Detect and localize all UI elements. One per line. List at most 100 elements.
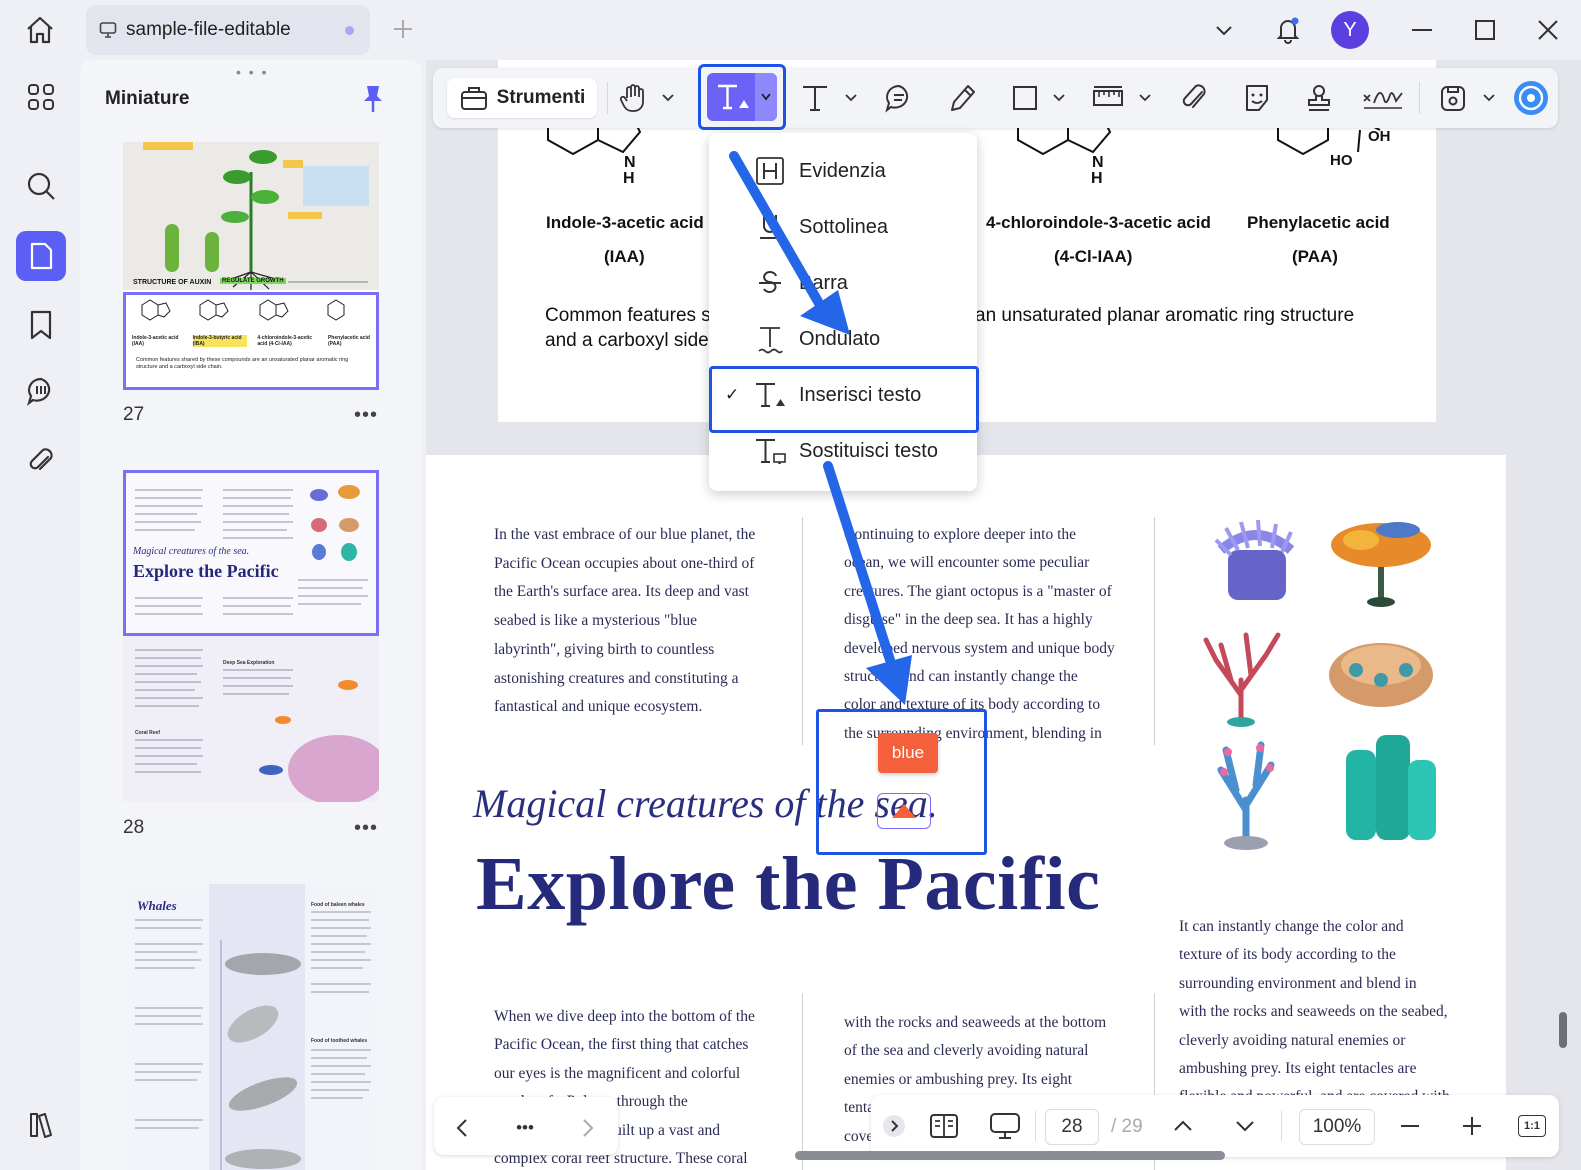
nav-divider — [1035, 1111, 1036, 1141]
thumb-cmp2: Indole-3-butyric acid (IBA) — [192, 335, 247, 347]
comment-tool-icon[interactable] — [881, 78, 917, 118]
insert-text-tool-button[interactable] — [707, 73, 777, 121]
maximize-icon[interactable] — [1467, 12, 1503, 48]
toolbar-divider — [607, 82, 608, 114]
chem1-name: Indole-3-acetic acid — [546, 213, 704, 232]
menu-item-ondulato[interactable]: Ondulato — [709, 311, 977, 367]
thumbnails-page-icon[interactable] — [16, 231, 66, 281]
page-down-icon[interactable] — [1231, 1108, 1259, 1144]
ruler-tool-icon[interactable] — [1089, 78, 1127, 118]
thumbnail-page-number: 27 — [123, 404, 145, 425]
chevron-down-icon[interactable] — [1206, 12, 1242, 48]
zoom-level-input[interactable]: 100% — [1299, 1109, 1375, 1145]
thumbnail-more-button[interactable]: ••• — [354, 404, 378, 427]
horizontal-scrollbar[interactable] — [795, 1151, 1225, 1160]
chem1-abbr: (IAA) — [604, 247, 645, 266]
rectangle-tool-icon[interactable] — [1007, 78, 1043, 118]
page-up-icon[interactable] — [1169, 1108, 1197, 1144]
library-icon[interactable] — [16, 1100, 66, 1150]
thumb28-title: Explore the Pacific — [133, 561, 279, 581]
attach-tool-icon[interactable] — [1177, 78, 1213, 118]
thumbnail-page-29[interactable]: Whales Food of baleen whales Food of too… — [123, 884, 379, 1170]
pen-tool-icon[interactable] — [945, 78, 981, 118]
text-tool-icon[interactable] — [797, 78, 833, 118]
avatar[interactable]: Y — [1331, 11, 1369, 49]
vertical-scrollbar[interactable] — [1559, 1012, 1567, 1048]
thumbnail-more-button[interactable]: ••• — [354, 817, 378, 840]
squiggly-icon — [753, 322, 787, 356]
annotation-toolbar: Strumenti — [433, 64, 1558, 130]
text-line: Continuing to explore deeper into the — [844, 526, 1077, 543]
thumbnail-page-27[interactable]: STRUCTURE OF AUXIN REGULATE GROWTH Indol… — [123, 142, 379, 390]
menu-item-label: Barra — [799, 271, 848, 294]
thumb-regulate-label: REGULATE GROWTH — [220, 278, 286, 284]
zoom-out-icon[interactable] — [1397, 1108, 1423, 1144]
text-line: Pacific Ocean, the first thing that catc… — [494, 1036, 749, 1054]
panel-title: Miniature — [105, 88, 190, 109]
new-tab-plus-icon[interactable] — [388, 14, 418, 44]
pin-icon[interactable] — [360, 84, 386, 114]
presentation-icon[interactable] — [987, 1108, 1023, 1144]
insert-text-chevron-icon[interactable] — [755, 73, 777, 121]
hand-chevron-icon[interactable] — [659, 78, 677, 118]
page-layout-icon[interactable] — [927, 1108, 961, 1144]
hand-tool-icon[interactable] — [615, 78, 651, 118]
bell-icon[interactable] — [1270, 12, 1306, 48]
chem3-name: 4-chloroindole-3-acetic acid — [986, 213, 1211, 232]
zoom-in-icon[interactable] — [1459, 1108, 1485, 1144]
search-icon[interactable] — [16, 161, 66, 211]
signature-tool-icon[interactable] — [1361, 78, 1405, 118]
collapse-arrow-icon[interactable] — [879, 1108, 909, 1144]
common-features-line2: and a carboxyl side — [545, 330, 709, 351]
thumb-footer-text: Common features shared by these compound… — [136, 357, 349, 370]
actual-size-label: 1:1 — [1518, 1115, 1546, 1137]
home-icon[interactable] — [22, 12, 58, 48]
panel-drag-handle[interactable]: • • • — [236, 64, 268, 80]
more-pages-button[interactable]: ••• — [508, 1110, 542, 1146]
apps-grid-icon[interactable] — [16, 72, 66, 122]
thumb28-art — [135, 485, 379, 802]
tab-title: sample-file-editable — [126, 19, 291, 40]
coral-mushroom — [1329, 643, 1433, 707]
text-line: enemies or ambushing prey. Its eight — [844, 1070, 1072, 1088]
next-icon[interactable] — [574, 1110, 602, 1146]
document-viewport[interactable]: N H N H OH HO Indole-3-acetic acid (IAA)… — [426, 60, 1581, 1170]
ai-assistant-icon[interactable] — [1511, 78, 1551, 118]
ruler-chevron-icon[interactable] — [1137, 78, 1153, 118]
prev-icon[interactable] — [448, 1110, 476, 1146]
bookmark-icon[interactable] — [16, 300, 66, 350]
thumb-cmp4: Phenylacetic acid (PAA) — [327, 335, 370, 347]
current-page-input[interactable]: 28 — [1045, 1109, 1099, 1145]
close-icon[interactable] — [1530, 12, 1566, 48]
toolbar-divider — [1419, 82, 1420, 114]
sticker-tool-icon[interactable] — [1239, 78, 1275, 118]
save-chevron-icon[interactable] — [1481, 78, 1497, 118]
text-line: labyrinth", giving birth to countless — [494, 640, 715, 658]
text-chevron-icon[interactable] — [843, 78, 859, 118]
thumb-structure-label: STRUCTURE OF AUXIN — [133, 279, 212, 286]
underline-icon — [753, 210, 787, 244]
text-line: structure and can instantly change the — [844, 668, 1078, 686]
menu-item-barra[interactable]: Barra — [709, 255, 977, 311]
text-line: creatures. The giant octopus is a "maste… — [844, 582, 1112, 600]
save-tool-icon[interactable] — [1435, 78, 1471, 118]
thumb28-coral: Coral Reef — [135, 730, 161, 736]
document-tab[interactable]: sample-file-editable — [86, 5, 370, 55]
stamp-tool-icon[interactable] — [1301, 78, 1337, 118]
strumenti-button[interactable]: Strumenti — [447, 78, 597, 118]
coral-red-branch — [1203, 632, 1281, 727]
coral-pink-blue — [1217, 741, 1275, 850]
attachment-icon[interactable] — [16, 436, 66, 486]
minimize-icon[interactable] — [1404, 12, 1440, 48]
actual-size-button[interactable]: 1:1 — [1517, 1108, 1547, 1144]
shape-chevron-icon[interactable] — [1051, 78, 1067, 118]
thumbnail-page-28[interactable]: Magical creatures of the sea. Explore th… — [123, 470, 379, 802]
thumb28-subtitle: Magical creatures of the sea. — [133, 546, 250, 557]
text-line: fantastical and unique ecosystem. — [494, 698, 703, 716]
menu-item-evidenzia[interactable]: Evidenzia — [709, 143, 977, 199]
menu-item-sottolinea[interactable]: Sottolinea — [709, 199, 977, 255]
thumbnail-panel: • • • Miniature STRUCTURE OF AUXIN REGUL… — [80, 60, 422, 1170]
text-line: Pacific Ocean occupies about one-third o… — [494, 554, 755, 572]
comment-icon[interactable] — [16, 366, 66, 416]
insert-text-tool-frame[interactable] — [698, 64, 786, 130]
